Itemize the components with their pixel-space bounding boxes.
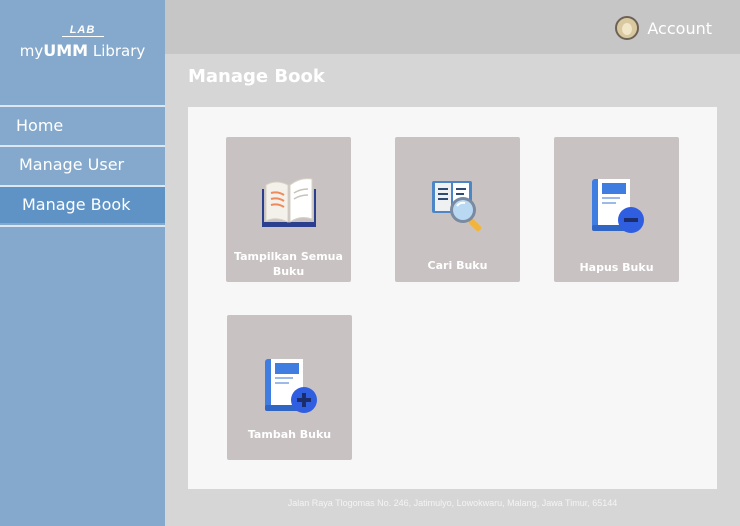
sidebar-item-manage-book[interactable]: Manage Book [0, 187, 165, 223]
brand-lab-text: LAB [69, 24, 96, 36]
avatar-face [622, 23, 633, 35]
account-label: Account [647, 18, 712, 38]
card-add-book[interactable]: Tambah Buku [227, 315, 352, 460]
nav-divider [0, 225, 165, 227]
add-book-icon [264, 359, 317, 413]
card-search-book[interactable]: Cari Buku [395, 137, 520, 282]
search-book-icon [431, 181, 481, 232]
brand-name-bold: UMM [43, 41, 89, 60]
page-title: Manage Book [188, 66, 325, 87]
card-label: Hapus Buku [579, 261, 654, 274]
brand-name-prefix: my [19, 42, 44, 60]
remove-book-icon [591, 179, 644, 233]
brand-name-suffix: Library [88, 42, 146, 60]
card-remove-book[interactable]: Hapus Buku [554, 137, 679, 282]
card-label: Cari Buku [427, 259, 488, 272]
sidebar-item-label: Manage Book [22, 195, 131, 214]
card-show-all-books[interactable]: Tampilkan Semua Buku [226, 137, 351, 282]
card-label: Tampilkan Semua Buku [234, 250, 343, 278]
brand-logo[interactable]: LAB myUMM Library [0, 24, 165, 62]
account-button[interactable]: Account [615, 16, 712, 40]
sidebar-item-label: Manage User [19, 155, 125, 174]
sidebar: LAB myUMM Library Home Manage User Manag… [0, 0, 165, 526]
brand-name: myUMM Library [0, 40, 165, 62]
open-book-icon [261, 178, 316, 227]
card-label: Tambah Buku [247, 428, 332, 441]
avatar [615, 16, 640, 40]
sidebar-item-label: Home [16, 116, 64, 135]
content-panel: Tampilkan Semua Buku Cari Buku Hapus Buk… [188, 107, 717, 489]
brand-lab-underline [61, 36, 104, 37]
footer-address: Jalan Raya Tlogomas No. 246, Jatimulyo, … [287, 498, 618, 508]
sidebar-item-home[interactable]: Home [0, 108, 165, 144]
top-bar: Account [165, 0, 740, 54]
sidebar-item-manage-user[interactable]: Manage User [0, 147, 165, 183]
nav-divider [0, 105, 165, 107]
